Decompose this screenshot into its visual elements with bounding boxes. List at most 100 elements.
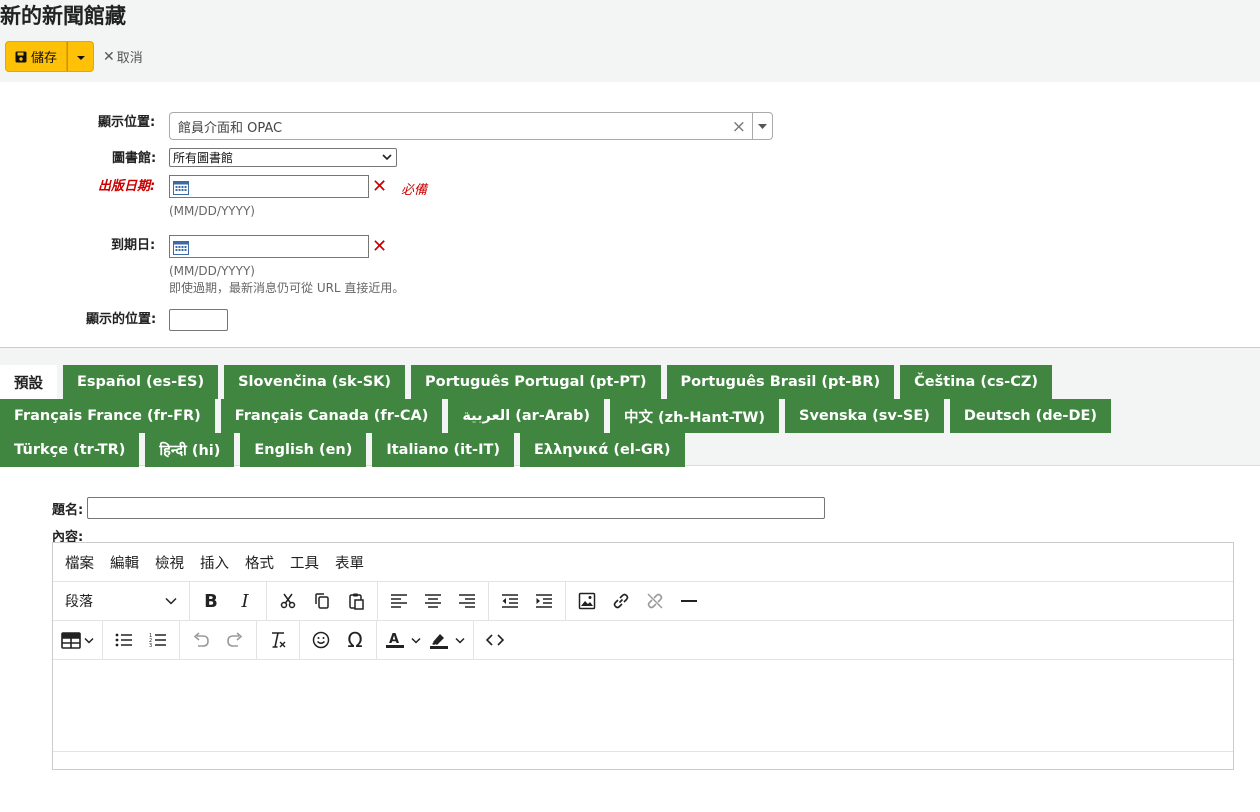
tab-default[interactable]: 預設 <box>0 365 57 399</box>
clear-selection-icon[interactable]: × <box>732 117 746 137</box>
numbered-list-button[interactable]: 123 <box>141 625 175 655</box>
align-right-button[interactable] <box>450 586 484 616</box>
outdent-icon <box>502 594 518 608</box>
save-button[interactable]: 儲存 <box>5 41 67 72</box>
chevron-down-icon <box>455 637 465 644</box>
scissors-icon <box>280 593 296 609</box>
undo-button[interactable] <box>184 625 218 655</box>
cancel-label: 取消 <box>116 51 143 66</box>
library-label: 圖書館: <box>112 151 157 166</box>
tab-it-IT[interactable]: Italiano (it-IT) <box>372 433 514 467</box>
tab-sk-SK[interactable]: Slovenčina (sk-SK) <box>224 365 406 399</box>
editor-menubar: 檔案 編輯 檢視 插入 格式 工具 表單 <box>53 543 1233 582</box>
tab-pt-BR[interactable]: Português Brasil (pt-BR) <box>666 365 895 399</box>
tab-row-2: Français France (fr-FR) Français Canada … <box>0 399 1260 433</box>
publication-date-input[interactable] <box>169 175 369 198</box>
page-title: 新的新聞館藏 <box>0 4 126 28</box>
tab-en[interactable]: English (en) <box>240 433 367 467</box>
background-color-button[interactable] <box>425 625 469 655</box>
tab-fr-FR[interactable]: Français France (fr-FR) <box>0 399 215 433</box>
bullet-list-button[interactable] <box>107 625 141 655</box>
menu-insert[interactable]: 插入 <box>192 552 237 573</box>
menu-edit[interactable]: 編輯 <box>102 552 147 573</box>
text-color-button[interactable]: A <box>381 625 425 655</box>
outdent-button[interactable] <box>493 586 527 616</box>
copy-button[interactable] <box>305 586 339 616</box>
close-icon: ✕ <box>103 48 115 65</box>
cancel-link[interactable]: ✕ 取消 <box>103 47 143 67</box>
block-format-value: 段落 <box>65 594 93 610</box>
paste-button[interactable] <box>339 586 373 616</box>
redo-button[interactable] <box>218 625 252 655</box>
editor-toolbar-2: 123 Ω A <box>53 620 1233 660</box>
indent-button[interactable] <box>527 586 561 616</box>
insert-image-button[interactable] <box>570 586 604 616</box>
align-center-button[interactable] <box>416 586 450 616</box>
library-value: 所有圖書館 <box>173 151 234 165</box>
save-options-dropdown-button[interactable] <box>67 41 94 72</box>
horizontal-line-button[interactable] <box>672 586 706 616</box>
source-code-button[interactable] <box>478 625 512 655</box>
tab-content-default: 題名: 內容: 檔案 編輯 檢視 插入 格式 工具 表單 段落 B I 1 2 … <box>0 466 1260 811</box>
clear-formatting-icon <box>272 632 286 648</box>
undo-icon <box>193 632 209 647</box>
editor-toolbar-1: 段落 B I <box>53 581 1233 621</box>
insert-link-button[interactable] <box>604 586 638 616</box>
tab-cs-CZ[interactable]: Čeština (cs-CZ) <box>900 365 1052 399</box>
tab-ar-Arab[interactable]: العربية (ar-Arab) <box>448 399 604 433</box>
bold-button[interactable]: B <box>194 586 228 616</box>
bold-icon: B <box>204 590 218 612</box>
unlink-button[interactable] <box>638 586 672 616</box>
tab-es-ES[interactable]: Español (es-ES) <box>63 365 219 399</box>
tab-row-1: 預設 Español (es-ES) Slovenčina (sk-SK) Po… <box>0 365 1260 399</box>
library-select[interactable]: 所有圖書館 <box>169 148 397 167</box>
italic-button[interactable]: I <box>228 586 262 616</box>
menu-table[interactable]: 表單 <box>327 552 372 573</box>
clear-expiration-date-icon[interactable]: ✕ <box>372 236 387 257</box>
table-button[interactable] <box>57 625 98 655</box>
image-icon <box>578 592 596 610</box>
menu-tools[interactable]: 工具 <box>282 552 327 573</box>
appear-position-input[interactable] <box>169 309 228 331</box>
calendar-icon[interactable] <box>173 180 189 199</box>
dropdown-arrow[interactable] <box>752 113 772 139</box>
cut-button[interactable] <box>271 586 305 616</box>
display-location-select[interactable]: 館員介面和 OPAC × <box>169 112 773 140</box>
tab-sv-SE[interactable]: Svenska (sv-SE) <box>785 399 944 433</box>
calendar-icon[interactable] <box>173 240 189 259</box>
align-left-button[interactable] <box>382 586 416 616</box>
save-button-label: 儲存 <box>30 50 57 65</box>
special-character-button[interactable]: Ω <box>338 625 372 655</box>
page-header: 新的新聞館藏 儲存 ✕ 取消 <box>0 0 1260 82</box>
tab-hi[interactable]: हिन्दी (hi) <box>145 433 235 467</box>
tab-pt-PT[interactable]: Português Portugal (pt-PT) <box>411 365 661 399</box>
highlighter-icon <box>430 634 448 649</box>
save-button-group: 儲存 <box>5 41 94 72</box>
link-icon <box>613 593 629 609</box>
publication-date-format-hint: (MM/DD/YYYY) <box>169 204 255 218</box>
expiration-date-input[interactable] <box>169 235 369 258</box>
menu-file[interactable]: 檔案 <box>57 552 102 573</box>
bullet-list-icon <box>115 633 132 647</box>
tab-el-GR[interactable]: Ελληνικά (el-GR) <box>520 433 685 467</box>
block-format-select[interactable]: 段落 <box>57 586 185 616</box>
caret-down-icon <box>76 49 85 64</box>
tab-zh-Hant-TW[interactable]: 中文 (zh-Hant-TW) <box>609 399 779 433</box>
tab-de-DE[interactable]: Deutsch (de-DE) <box>949 399 1112 433</box>
text-color-icon: A <box>386 632 404 648</box>
menu-view[interactable]: 檢視 <box>147 552 192 573</box>
tab-fr-CA[interactable]: Français Canada (fr-CA) <box>220 399 443 433</box>
svg-text:3: 3 <box>149 643 152 648</box>
menu-format[interactable]: 格式 <box>237 552 282 573</box>
tab-tr-TR[interactable]: Türkçe (tr-TR) <box>0 433 140 467</box>
editor-content-area[interactable] <box>53 660 1233 752</box>
title-label: 題名: <box>52 503 84 518</box>
clear-publication-date-icon[interactable]: ✕ <box>372 176 387 197</box>
floppy-disk-icon <box>15 51 27 63</box>
chevron-down-icon <box>382 151 392 166</box>
copy-icon <box>315 593 329 609</box>
clear-formatting-button[interactable] <box>261 625 295 655</box>
title-input[interactable] <box>87 497 825 519</box>
emoticons-button[interactable] <box>304 625 338 655</box>
align-left-icon <box>391 594 407 608</box>
